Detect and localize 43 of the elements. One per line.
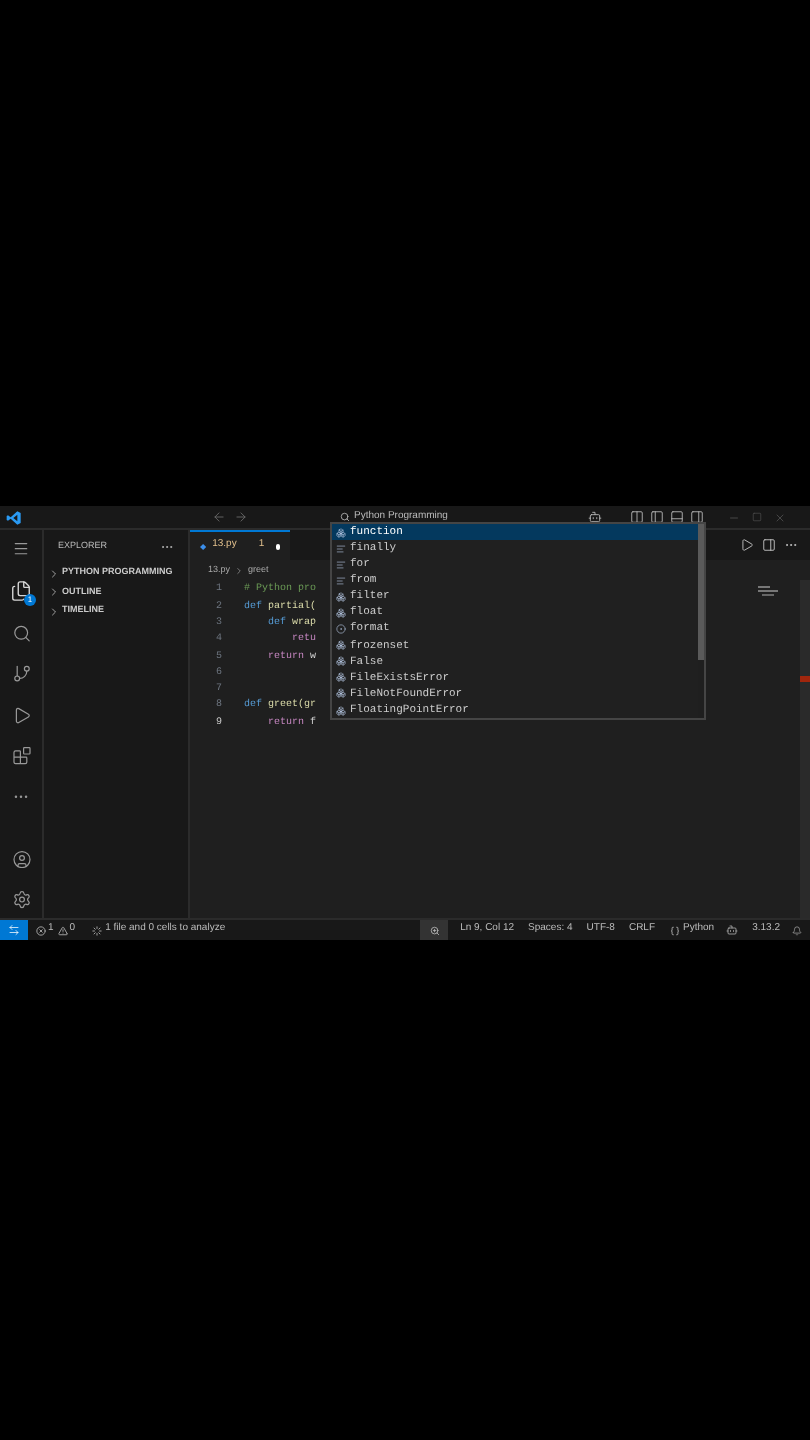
keyword-icon: [336, 575, 346, 586]
run-icon[interactable]: [740, 538, 754, 552]
keyword-icon: [336, 559, 346, 570]
search-icon[interactable]: [11, 623, 31, 643]
app-logo-icon: [6, 509, 22, 525]
copilot-status-icon[interactable]: [726, 924, 739, 936]
remote-icon: [8, 924, 20, 936]
class-icon: [336, 656, 346, 667]
back-icon[interactable]: [212, 510, 226, 524]
class-icon: [336, 640, 346, 651]
python-file-icon: [200, 541, 207, 551]
layout-icon[interactable]: [630, 510, 644, 524]
remote-button[interactable]: [0, 920, 28, 940]
secondary-sidebar-icon[interactable]: [690, 510, 704, 524]
class-icon: [336, 608, 346, 619]
class-icon: [336, 591, 346, 602]
zoom-button[interactable]: [420, 920, 449, 940]
notifications-icon[interactable]: [792, 925, 802, 935]
search-icon: [340, 512, 350, 522]
menu-icon[interactable]: [12, 540, 30, 558]
class-icon: [336, 672, 346, 683]
class-icon: [336, 705, 346, 716]
scrollbar[interactable]: [800, 580, 810, 918]
settings-icon[interactable]: [11, 890, 31, 910]
explorer-icon[interactable]: [10, 579, 32, 602]
account-icon[interactable]: [11, 849, 31, 869]
copilot-icon[interactable]: [588, 510, 602, 524]
forward-icon[interactable]: [234, 510, 248, 524]
breadcrumb-separator-icon: [234, 565, 245, 575]
source-control-icon[interactable]: [11, 664, 31, 684]
braces-icon: [669, 925, 680, 935]
class-icon: [336, 688, 346, 699]
keyword-icon: [336, 543, 346, 554]
run-debug-icon[interactable]: [11, 705, 31, 725]
zoom-icon: [429, 925, 440, 935]
error-icon: [36, 925, 46, 935]
split-editor-icon[interactable]: [762, 538, 776, 552]
sidebar-toggle-icon[interactable]: [650, 510, 664, 524]
panel-toggle-icon[interactable]: [670, 510, 684, 524]
method-icon: [336, 624, 346, 635]
warning-icon: [57, 925, 68, 935]
extensions-icon[interactable]: [11, 746, 31, 767]
class-icon: [336, 527, 346, 538]
